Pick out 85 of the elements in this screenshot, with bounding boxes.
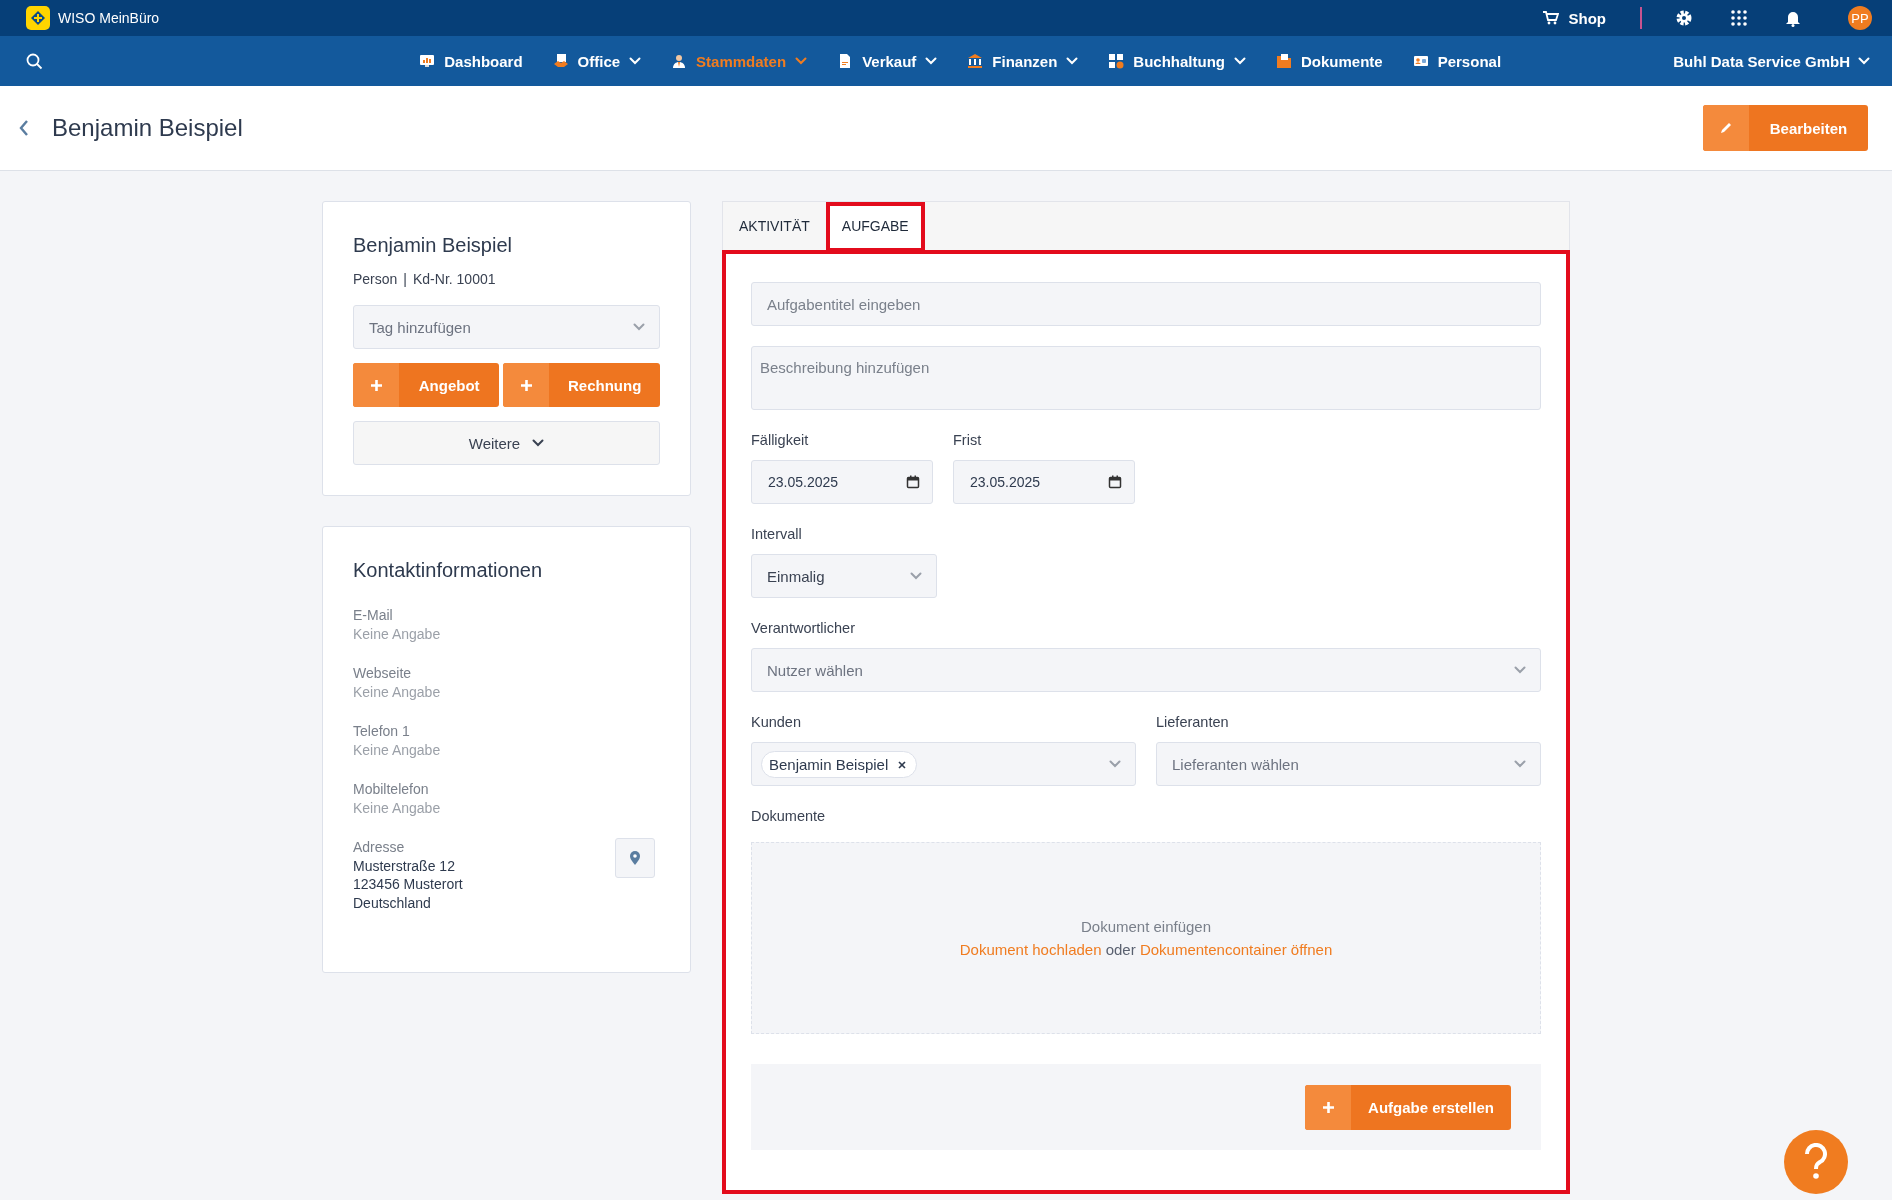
- chevron-down-icon: [910, 572, 922, 580]
- search-icon[interactable]: [26, 52, 43, 70]
- chevron-down-icon: [532, 439, 545, 447]
- question-mark-icon: [1803, 1143, 1829, 1181]
- calendar-icon: [906, 475, 920, 489]
- page-title: Benjamin Beispiel: [52, 114, 244, 142]
- field-value: Keine Angabe: [353, 683, 442, 702]
- pencil-icon: [1719, 121, 1733, 135]
- tab[interactable]: AKTIVITÄT: [723, 202, 826, 250]
- id-card-icon: [1412, 53, 1429, 69]
- field-label: Fälligkeit: [751, 432, 810, 448]
- chevron-down-icon: [1234, 57, 1246, 65]
- cart-icon: [1542, 11, 1559, 25]
- tab[interactable]: AUFGABE: [825, 202, 925, 250]
- plus-icon: [1321, 1100, 1335, 1114]
- field-value: Keine Angabe: [353, 625, 442, 644]
- supplier-select[interactable]: Lieferanten wählen: [1156, 742, 1541, 786]
- field-value: Keine Angabe: [353, 741, 442, 760]
- field-label: Telefon 1: [353, 722, 411, 741]
- grid-icon: [1108, 53, 1125, 69]
- company-menu[interactable]: Buhl Data Service GmbH: [1667, 51, 1876, 71]
- field-label: Webseite: [353, 664, 413, 683]
- description-field[interactable]: Beschreibung hinzufügen: [751, 346, 1541, 410]
- plus-icon: [519, 378, 533, 392]
- shop-button[interactable]: Shop: [1522, 9, 1626, 27]
- user-select[interactable]: Nutzer wählen: [751, 648, 1541, 692]
- field-label: Verantwortlicher: [751, 620, 856, 636]
- field-label: Kunden: [751, 714, 802, 730]
- nav-menu-item[interactable]: Finanzen: [967, 52, 1079, 70]
- chevron-down-icon: [795, 57, 808, 65]
- field-label: Lieferanten: [1156, 714, 1230, 730]
- app-logo-icon[interactable]: [26, 6, 50, 30]
- more-button[interactable]: Weitere: [353, 421, 660, 465]
- folder-icon: [1276, 53, 1292, 69]
- date-field[interactable]: 23.05.2025: [751, 460, 933, 504]
- back-icon[interactable]: [18, 119, 30, 137]
- field-label: Mobiltelefon: [353, 780, 430, 799]
- nav-menu-item[interactable]: Personal: [1412, 52, 1502, 70]
- title-input-field[interactable]: Aufgabentitel eingeben: [751, 282, 1541, 326]
- nav-menu-item[interactable]: Office: [552, 52, 642, 70]
- field-value: Keine Angabe: [353, 799, 442, 818]
- customer-chip: Benjamin Beispiel: [761, 750, 918, 778]
- field-label: E-Mail: [353, 606, 394, 625]
- bell-icon[interactable]: [1785, 9, 1801, 27]
- chevron-down-icon: [1066, 57, 1079, 65]
- drop-hint: Dokument einfügen: [1080, 918, 1212, 935]
- field-label: Frist: [953, 432, 983, 448]
- apps-grid-icon[interactable]: [1731, 10, 1747, 26]
- chevron-down-icon: [1514, 760, 1526, 768]
- separator: |: [403, 271, 407, 287]
- chevron-down-icon: [1858, 57, 1870, 65]
- tag-select[interactable]: Tag hinzufügen: [353, 305, 660, 349]
- upload-instructions: Dokument hochladen oder Dokumentencontainer öffnen: [959, 941, 1333, 958]
- nav-menu-item[interactable]: Dashboard: [419, 52, 523, 70]
- calendar-icon: [1108, 475, 1122, 489]
- bank-icon: [967, 53, 984, 69]
- chevron-down-icon: [633, 323, 645, 331]
- nav-menu-item[interactable]: Buchhaltung: [1108, 52, 1246, 70]
- map-pin-icon: [629, 851, 641, 865]
- nav-menu-item[interactable]: Verkauf: [837, 52, 938, 70]
- customer-select[interactable]: Benjamin Beispiel: [751, 742, 1136, 786]
- person-icon: [671, 53, 688, 69]
- chevron-down-icon: [629, 57, 642, 65]
- field-label: Adresse: [353, 838, 406, 857]
- customer-name: Benjamin Beispiel: [353, 234, 513, 257]
- field-label: Intervall: [751, 526, 803, 542]
- plus-icon: [369, 378, 383, 392]
- chevron-down-icon: [1514, 666, 1526, 674]
- address-line: Deutschland: [353, 893, 432, 912]
- monitor-chart-icon: [419, 53, 436, 69]
- chevron-down-icon: [925, 57, 938, 65]
- customer-number: Kd-Nr. 10001: [413, 271, 496, 287]
- app-name: WISO MeinBüro: [58, 10, 160, 26]
- field-label: Dokumente: [751, 808, 827, 824]
- chevron-down-icon: [1109, 760, 1121, 768]
- map-pin-button[interactable]: [615, 838, 655, 878]
- settings-icon[interactable]: [1675, 9, 1693, 27]
- handshake-icon: [552, 53, 569, 69]
- address-line: 123456 Musterort: [353, 875, 463, 894]
- contact-title: Kontaktinformationen: [353, 559, 543, 582]
- date-field[interactable]: 23.05.2025: [953, 460, 1135, 504]
- address-line: Musterstraße 12: [353, 856, 456, 875]
- interval-select[interactable]: Einmalig: [751, 554, 937, 598]
- customer-type: Person: [353, 271, 398, 287]
- nav-menu-item[interactable]: Dokumente: [1276, 52, 1383, 70]
